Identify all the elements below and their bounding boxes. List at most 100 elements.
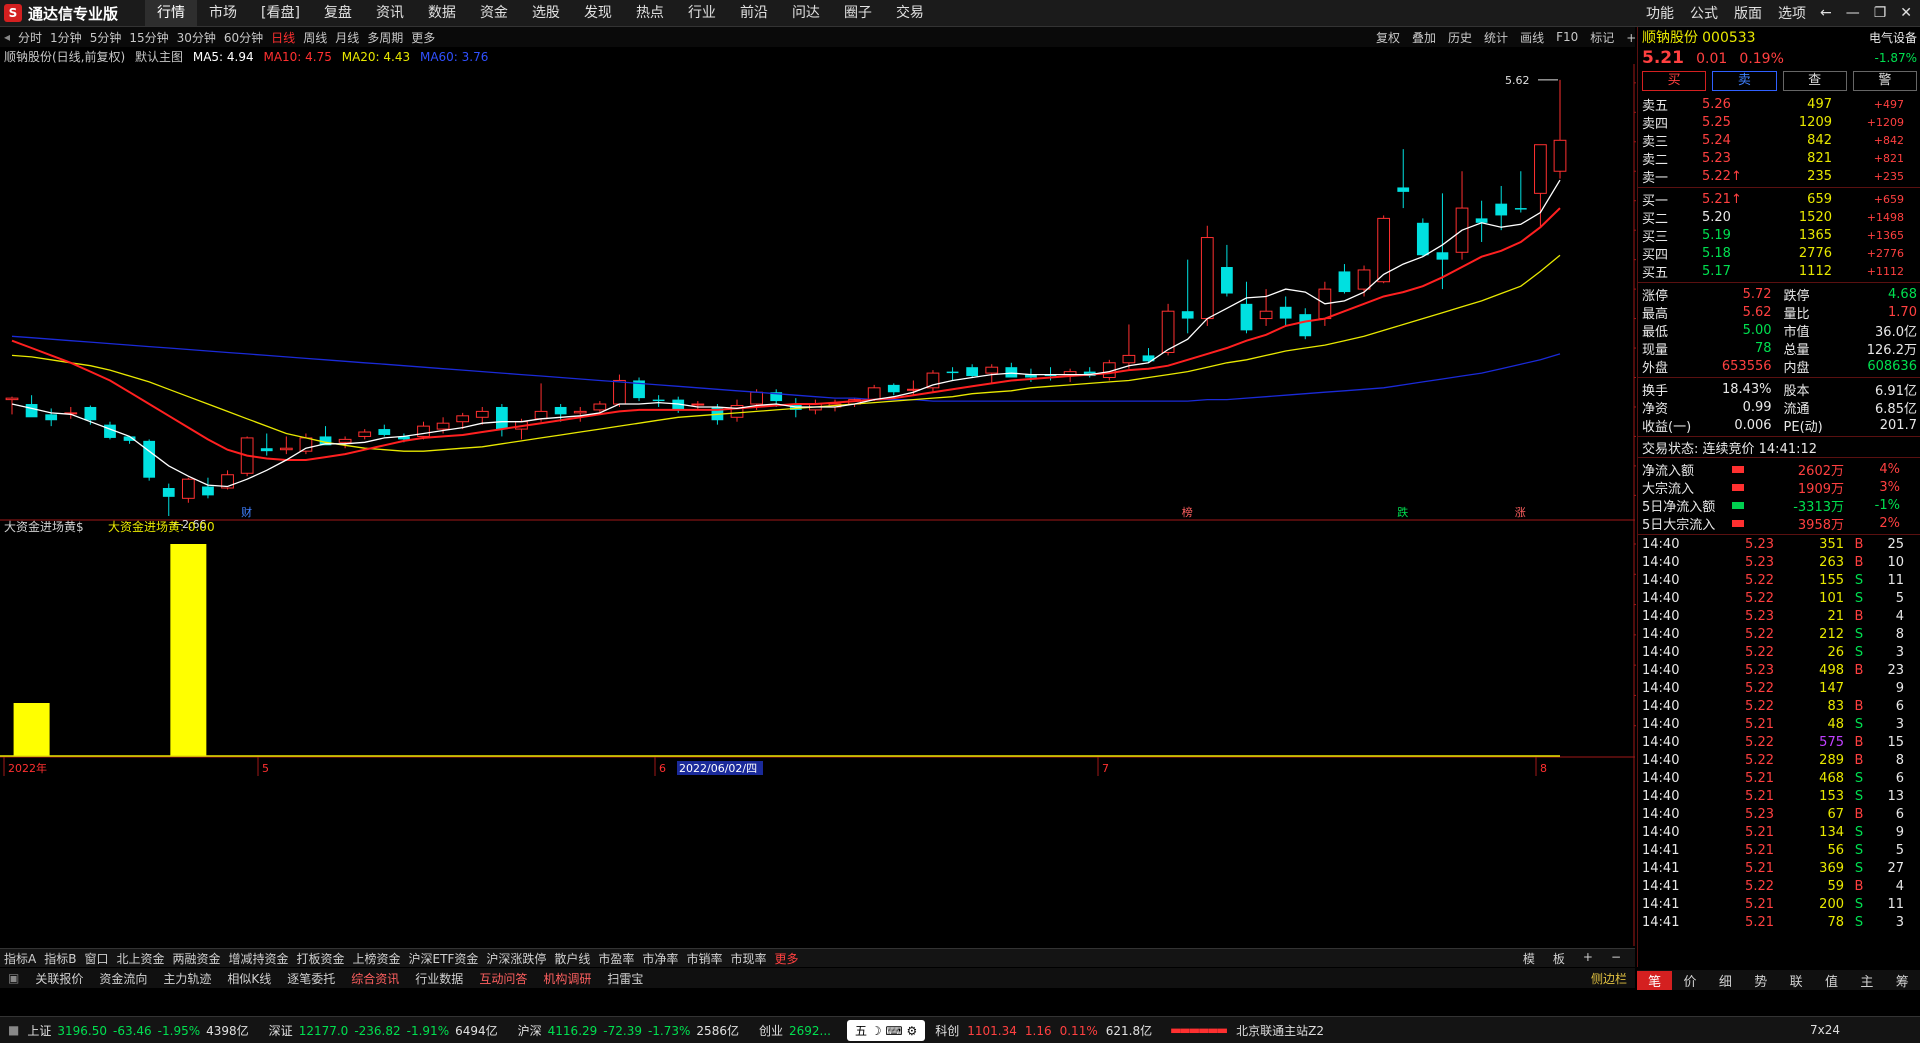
tool-复权[interactable]: 复权 bbox=[1370, 29, 1406, 46]
right-tab[interactable]: 细 bbox=[1708, 971, 1743, 990]
tabbar-right-item[interactable]: 模 bbox=[1519, 950, 1539, 967]
period-1分钟[interactable]: 1分钟 bbox=[46, 29, 86, 46]
info-tab[interactable]: 资金流向 bbox=[91, 970, 155, 987]
indicator-tab[interactable]: 更多 bbox=[770, 950, 802, 967]
indicator-tab[interactable]: 增减持资金 bbox=[225, 950, 293, 967]
right-tab[interactable]: 主 bbox=[1849, 971, 1884, 990]
tabbar-right-item[interactable]: − bbox=[1607, 950, 1625, 967]
indicator-tab[interactable]: 散户线 bbox=[550, 950, 594, 967]
ime-toolbar[interactable]: 五 ☽ ⌨ ⚙ bbox=[846, 1019, 926, 1041]
sector-label[interactable]: 电气设备 bbox=[1869, 29, 1917, 46]
menu-item[interactable]: 数据 bbox=[416, 0, 468, 26]
tool-画线[interactable]: 画线 bbox=[1514, 29, 1550, 46]
tool-统计[interactable]: 统计 bbox=[1478, 29, 1514, 46]
event-marker[interactable]: 榜 bbox=[1182, 505, 1193, 519]
book-vol: 497 bbox=[1807, 96, 1832, 112]
period-60分钟[interactable]: 60分钟 bbox=[220, 29, 267, 46]
menu-item[interactable]: 热点 bbox=[624, 0, 676, 26]
trade-button-1[interactable]: 卖 bbox=[1712, 71, 1777, 91]
menu-item[interactable]: 选股 bbox=[520, 0, 572, 26]
menu-item[interactable]: [看盘] bbox=[249, 0, 312, 26]
kline-chart[interactable]: 5.605.405.205.004.804.604.404.204.003.80… bbox=[0, 64, 1636, 946]
period-back-icon[interactable]: ◂ bbox=[0, 30, 14, 44]
period-多周期[interactable]: 多周期 bbox=[363, 29, 407, 46]
trade-button-3[interactable]: 警 bbox=[1852, 71, 1917, 91]
info-tab[interactable]: 行业数据 bbox=[407, 970, 471, 987]
book-change: +235 bbox=[1873, 169, 1904, 183]
period-月线[interactable]: 月线 bbox=[331, 29, 363, 46]
menu-item[interactable]: 行情 bbox=[145, 0, 197, 26]
tabbar-right-item[interactable]: 板 bbox=[1549, 950, 1569, 967]
period-15分钟[interactable]: 15分钟 bbox=[125, 29, 172, 46]
trade-button-2[interactable]: 查 bbox=[1782, 71, 1847, 91]
info-tab[interactable]: 主力轨迹 bbox=[155, 970, 219, 987]
indicator-tab[interactable]: 指标B bbox=[40, 950, 80, 967]
menu-item[interactable]: 前沿 bbox=[728, 0, 780, 26]
indicator-tab[interactable]: 打板资金 bbox=[293, 950, 349, 967]
close-icon[interactable]: ✕ bbox=[1900, 5, 1912, 21]
indicator-tab[interactable]: 沪深涨跌停 bbox=[482, 950, 550, 967]
right-menu-item[interactable]: 功能 bbox=[1646, 3, 1674, 23]
menu-item[interactable]: 问达 bbox=[780, 0, 832, 26]
menu-item[interactable]: 发现 bbox=[572, 0, 624, 26]
right-menu-item[interactable]: 选项 bbox=[1778, 3, 1806, 23]
indicator-tab[interactable]: 两融资金 bbox=[168, 950, 224, 967]
period-30分钟[interactable]: 30分钟 bbox=[173, 29, 220, 46]
indicator-tab[interactable]: 窗口 bbox=[80, 950, 112, 967]
info-tab[interactable]: 互动问答 bbox=[471, 970, 535, 987]
right-tab[interactable]: 势 bbox=[1743, 971, 1778, 990]
indicator-tab[interactable]: 市净率 bbox=[638, 950, 682, 967]
sidebar-toggle[interactable]: 侧边栏 bbox=[1583, 970, 1635, 987]
restore-icon[interactable]: ❐ bbox=[1874, 5, 1887, 21]
indicator-tab[interactable]: 指标A bbox=[0, 950, 40, 967]
right-tab[interactable]: 联 bbox=[1779, 971, 1814, 990]
period-日线[interactable]: 日线 bbox=[267, 29, 299, 46]
menu-item[interactable]: 行业 bbox=[676, 0, 728, 26]
expand-icon[interactable]: ▣ bbox=[0, 971, 27, 985]
tabbar-right-item[interactable]: + bbox=[1579, 950, 1597, 967]
info-tab[interactable]: 机构调研 bbox=[535, 970, 599, 987]
trade-button-0[interactable]: 买 bbox=[1642, 71, 1707, 91]
menu-item[interactable]: 圈子 bbox=[832, 0, 884, 26]
indicator-tab[interactable]: 市销率 bbox=[682, 950, 726, 967]
right-tab[interactable]: 笔 bbox=[1637, 970, 1673, 990]
period-周线[interactable]: 周线 bbox=[299, 29, 331, 46]
tool-标记[interactable]: 标记 bbox=[1584, 29, 1620, 46]
server-label[interactable]: 北京联通主站Z2 bbox=[1236, 1022, 1324, 1039]
minimize-icon[interactable]: — bbox=[1846, 5, 1860, 21]
tool-F10[interactable]: F10 bbox=[1550, 30, 1584, 44]
menu-item[interactable]: 资金 bbox=[468, 0, 520, 26]
menu-item[interactable]: 市场 bbox=[197, 0, 249, 26]
tool-历史[interactable]: 历史 bbox=[1442, 29, 1478, 46]
info-tab[interactable]: 综合资讯 bbox=[343, 970, 407, 987]
indicator-tab[interactable]: 市盈率 bbox=[594, 950, 638, 967]
right-menu-item[interactable]: 公式 bbox=[1690, 3, 1718, 23]
period-更多[interactable]: 更多 bbox=[407, 29, 439, 46]
info-tab[interactable]: 相似K线 bbox=[219, 970, 279, 987]
event-marker[interactable]: 财 bbox=[241, 505, 252, 519]
back-icon[interactable]: ← bbox=[1820, 5, 1832, 21]
right-tab[interactable]: 筹 bbox=[1885, 971, 1920, 990]
event-marker[interactable]: 跌 bbox=[1397, 505, 1408, 519]
menu-item[interactable]: 复盘 bbox=[312, 0, 364, 26]
flow-bar bbox=[1732, 519, 1744, 527]
indicator-tab[interactable]: 上榜资金 bbox=[349, 950, 405, 967]
period-分时[interactable]: 分时 bbox=[14, 29, 46, 46]
tick-row: 14:40 5.23 351 B 25 bbox=[1638, 535, 1920, 553]
indicator-tab[interactable]: 市现率 bbox=[726, 950, 770, 967]
event-marker[interactable]: 涨 bbox=[1515, 506, 1526, 519]
info-tab[interactable]: 关联报价 bbox=[27, 970, 91, 987]
period-5分钟[interactable]: 5分钟 bbox=[86, 29, 126, 46]
right-tab[interactable]: 值 bbox=[1814, 971, 1849, 990]
mode-label[interactable]: 7x24 bbox=[1810, 1023, 1840, 1037]
indicator-tab[interactable]: 北上资金 bbox=[112, 950, 168, 967]
right-tab[interactable]: 价 bbox=[1672, 971, 1707, 990]
indicator-tab[interactable]: 沪深ETF资金 bbox=[405, 950, 483, 967]
right-menu-item[interactable]: 版面 bbox=[1734, 3, 1762, 23]
menu-item[interactable]: 交易 bbox=[884, 0, 936, 26]
main-indicator[interactable]: 默认主图 bbox=[135, 50, 183, 64]
info-tab[interactable]: 扫雷宝 bbox=[599, 970, 651, 987]
info-tab[interactable]: 逐笔委托 bbox=[279, 970, 343, 987]
menu-item[interactable]: 资讯 bbox=[364, 0, 416, 26]
tool-叠加[interactable]: 叠加 bbox=[1406, 29, 1442, 46]
